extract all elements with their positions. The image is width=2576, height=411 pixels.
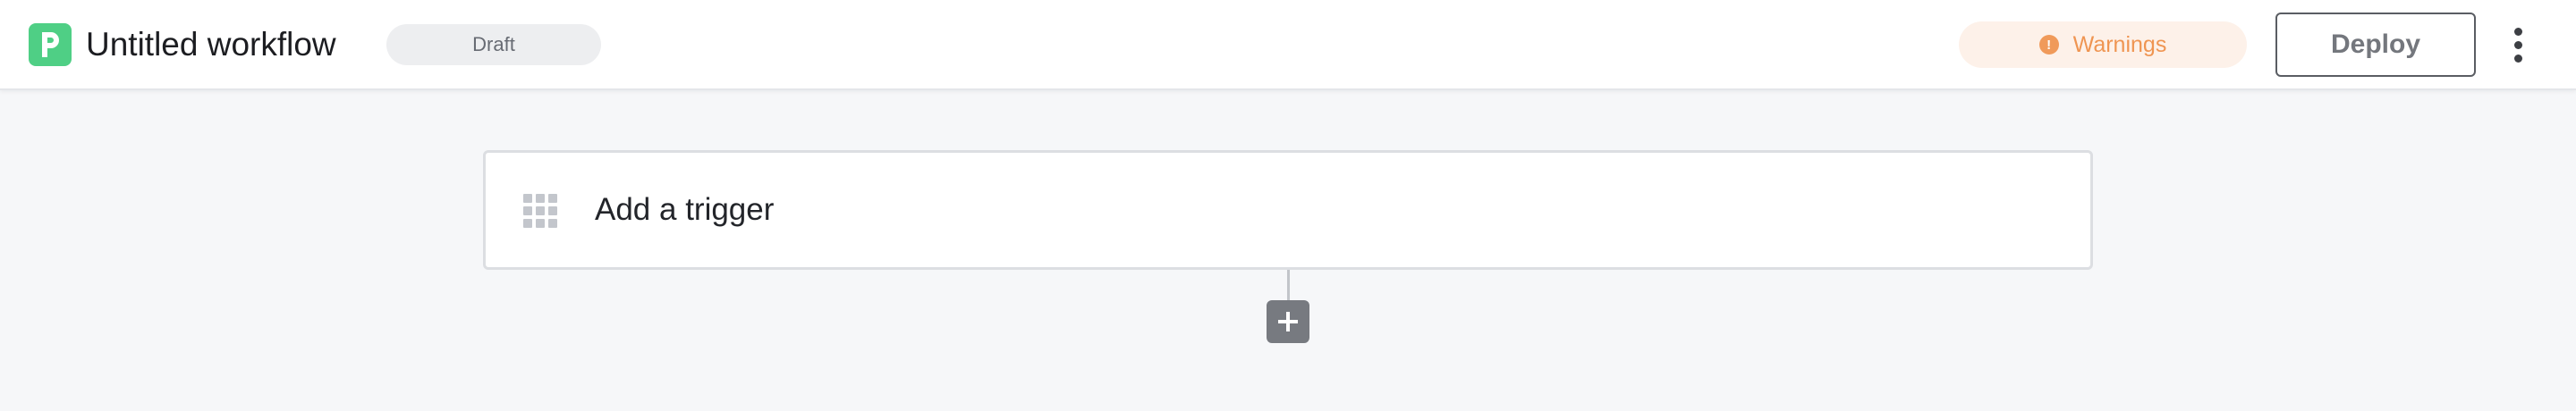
- grid-icon: [523, 194, 557, 228]
- deploy-button[interactable]: Deploy: [2275, 13, 2476, 77]
- step-connector: [1287, 270, 1290, 302]
- dot: [2513, 27, 2522, 36]
- dot: [2513, 40, 2522, 49]
- logo-icon[interactable]: [29, 23, 72, 66]
- warnings-button[interactable]: ! Warnings: [1959, 21, 2247, 68]
- warnings-label: Warnings: [2072, 31, 2167, 57]
- add-trigger-card[interactable]: Add a trigger: [483, 150, 2093, 270]
- status-badge: Draft: [386, 24, 601, 65]
- more-options-icon[interactable]: [2504, 23, 2531, 66]
- trigger-label: Add a trigger: [595, 192, 775, 227]
- workflow-title[interactable]: Untitled workflow: [86, 23, 336, 66]
- add-step-button[interactable]: [1267, 300, 1309, 343]
- dot: [2513, 54, 2522, 63]
- plus-icon: [1278, 312, 1298, 331]
- warning-icon: !: [2038, 35, 2059, 55]
- top-bar: Untitled workflow Draft ! Warnings Deplo…: [0, 0, 2576, 90]
